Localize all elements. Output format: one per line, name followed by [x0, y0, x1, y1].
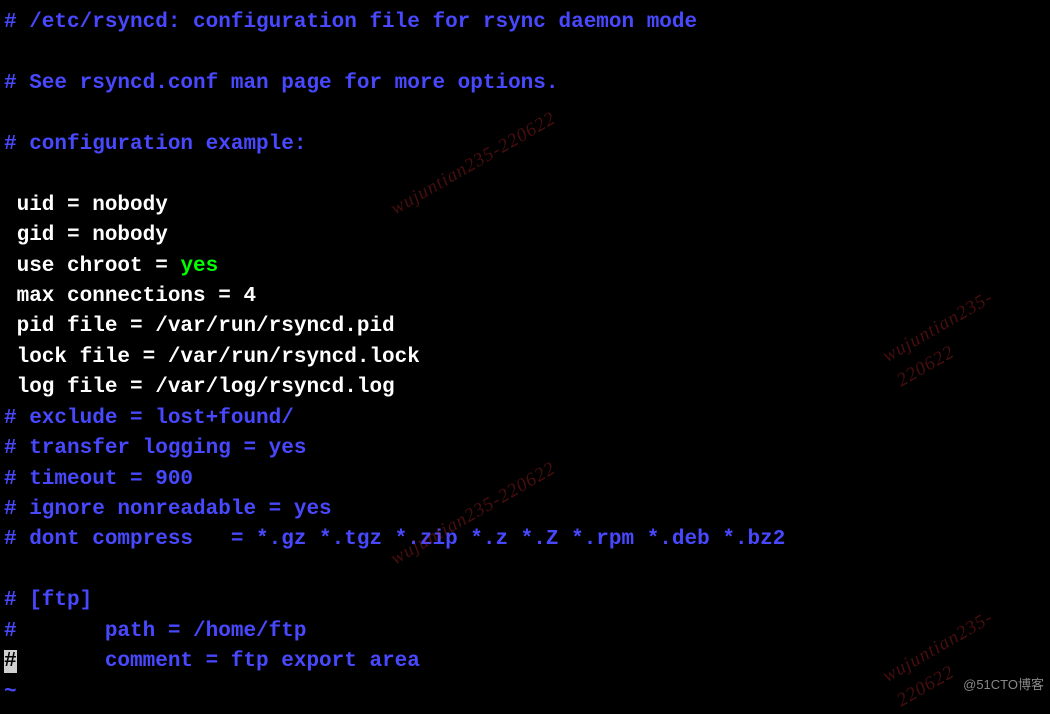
editor-line: # configuration example: [4, 130, 1046, 160]
editor-line: max connections = 4 [4, 282, 1046, 312]
config-line: lock file = /var/run/rsyncd.lock [4, 346, 420, 369]
editor-line: # /etc/rsyncd: configuration file for rs… [4, 8, 1046, 38]
comment-text: # exclude = lost+found/ [4, 407, 294, 430]
editor-line: # exclude = lost+found/ [4, 404, 1046, 434]
editor-line: pid file = /var/run/rsyncd.pid [4, 312, 1046, 342]
editor-line: use chroot = yes [4, 252, 1046, 282]
editor-line [4, 556, 1046, 586]
comment-text: # timeout = 900 [4, 468, 193, 491]
config-line: max connections = 4 [4, 285, 256, 308]
editor-line: # comment = ftp export area [4, 647, 1046, 677]
comment-text: comment = ftp export area [17, 650, 420, 673]
editor-line: # path = /home/ftp [4, 617, 1046, 647]
editor-line [4, 38, 1046, 68]
comment-text: # path = /home/ftp [4, 620, 306, 643]
editor-line: gid = nobody [4, 221, 1046, 251]
comment-text: # configuration example: [4, 133, 306, 156]
comment-text: # /etc/rsyncd: configuration file for rs… [4, 11, 697, 34]
comment-text: # dont compress = *.gz *.tgz *.zip *.z *… [4, 528, 785, 551]
comment-text: # ignore nonreadable = yes [4, 498, 332, 521]
config-key: use chroot = [4, 255, 180, 278]
editor-line: # See rsyncd.conf man page for more opti… [4, 69, 1046, 99]
config-line: gid = nobody [4, 224, 168, 247]
terminal-editor[interactable]: # /etc/rsyncd: configuration file for rs… [4, 8, 1046, 708]
config-value: yes [180, 255, 218, 278]
comment-text: # See rsyncd.conf man page for more opti… [4, 72, 559, 95]
comment-text: # transfer logging = yes [4, 437, 306, 460]
editor-line: # dont compress = *.gz *.tgz *.zip *.z *… [4, 525, 1046, 555]
cursor: # [4, 650, 17, 673]
vim-tilde: ~ [4, 681, 17, 704]
editor-line [4, 160, 1046, 190]
editor-line: uid = nobody [4, 191, 1046, 221]
editor-line: lock file = /var/run/rsyncd.lock [4, 343, 1046, 373]
config-line: log file = /var/log/rsyncd.log [4, 376, 395, 399]
editor-line [4, 99, 1046, 129]
editor-line: # ignore nonreadable = yes [4, 495, 1046, 525]
comment-text: # [ftp] [4, 589, 92, 612]
editor-line: log file = /var/log/rsyncd.log [4, 373, 1046, 403]
editor-line: # [ftp] [4, 586, 1046, 616]
config-line: uid = nobody [4, 194, 168, 217]
attribution-text: @51CTO博客 [963, 676, 1044, 695]
editor-line: # timeout = 900 [4, 465, 1046, 495]
config-line: pid file = /var/run/rsyncd.pid [4, 315, 395, 338]
editor-line: ~ [4, 678, 1046, 708]
editor-line: # transfer logging = yes [4, 434, 1046, 464]
